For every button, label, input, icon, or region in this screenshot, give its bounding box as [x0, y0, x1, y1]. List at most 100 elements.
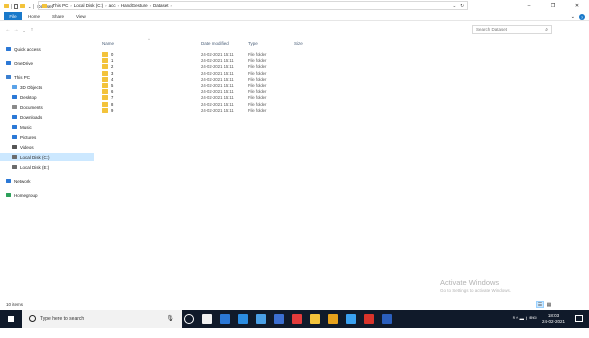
- file-row[interactable]: 5 24-02-2021 15:11 File folder: [100, 83, 350, 89]
- column-header-size[interactable]: Size: [294, 41, 303, 46]
- file-name: 2: [111, 64, 114, 70]
- sidebar-item[interactable]: Homegroup: [0, 191, 94, 199]
- chrome-icon[interactable]: [328, 314, 338, 324]
- expand-ribbon-button[interactable]: ⌄: [571, 14, 575, 20]
- recent-locations-button[interactable]: ⌄: [20, 28, 28, 33]
- file-row[interactable]: 3 24-02-2021 15:11 File folder: [100, 70, 350, 77]
- file-type: File folder: [248, 64, 267, 70]
- store-icon[interactable]: [202, 314, 212, 324]
- music-icon: [12, 125, 17, 129]
- refresh-icon[interactable]: ↻: [460, 3, 464, 9]
- column-headers: Name Date modified Type Size: [100, 41, 350, 49]
- file-date-modified: 24-02-2021 15:11: [201, 107, 234, 113]
- column-header-type[interactable]: Type: [248, 41, 258, 46]
- search-input[interactable]: Search Dataset ⌕: [472, 25, 552, 34]
- chevron-down-icon[interactable]: ⌄: [28, 4, 31, 9]
- breadcrumb-dataset[interactable]: Dataset: [153, 3, 169, 8]
- sidebar-item[interactable]: Downloads: [0, 113, 94, 121]
- chevron-right-icon[interactable]: ›: [118, 3, 119, 8]
- file-row[interactable]: 8 24-02-2021 15:11 File folder: [100, 101, 350, 108]
- document-app-icon[interactable]: [346, 314, 356, 324]
- minimize-button[interactable]: –: [517, 0, 541, 12]
- breadcrumb-acc[interactable]: acc: [109, 3, 116, 8]
- sidebar-item[interactable]: This PC: [0, 73, 94, 81]
- file-row[interactable]: 0 24-02-2021 15:11 File folder: [100, 52, 350, 58]
- file-row[interactable]: 7 24-02-2021 15:11 File folder: [100, 95, 350, 101]
- search-icon: [29, 315, 36, 322]
- close-button[interactable]: ✕: [565, 0, 589, 12]
- chevron-right-icon[interactable]: ›: [150, 3, 151, 8]
- task-view-icon[interactable]: [184, 314, 194, 324]
- paint-icon[interactable]: [364, 314, 374, 324]
- drive-icon: [12, 165, 17, 169]
- file-row[interactable]: 1 24-02-2021 15:11 File folder: [100, 58, 350, 64]
- start-button[interactable]: [0, 310, 22, 328]
- sidebar-item[interactable]: Local Disk (C:): [0, 153, 94, 161]
- edge-icon[interactable]: [238, 314, 248, 324]
- sidebar-item[interactable]: Documents: [0, 103, 94, 111]
- column-header-name[interactable]: Name: [102, 41, 114, 46]
- tray-icons[interactable]: ᴿ ^ ▬ ⌇ ⁽ᴱᴺᴳ⁾: [513, 316, 537, 322]
- photos-icon[interactable]: [274, 314, 284, 324]
- help-icon[interactable]: ?: [579, 14, 585, 20]
- folder-icon: [102, 64, 108, 70]
- sidebar-item[interactable]: OneDrive: [0, 59, 94, 67]
- video-icon: [12, 145, 17, 149]
- file-row[interactable]: 2 24-02-2021 15:11 File folder: [100, 64, 350, 70]
- chevron-right-icon[interactable]: ›: [70, 3, 71, 8]
- taskbar-search-placeholder: Type here to search: [40, 316, 85, 322]
- app-icon[interactable]: [256, 314, 266, 324]
- sidebar-item-label: Videos: [20, 144, 34, 150]
- breadcrumb-this-pc[interactable]: This PC: [52, 3, 68, 8]
- file-explorer-icon[interactable]: [310, 314, 320, 324]
- file-date-modified: 24-02-2021 15:11: [201, 101, 234, 107]
- details-view-button[interactable]: ☰: [536, 301, 544, 308]
- tab-view[interactable]: View: [70, 12, 92, 20]
- file-date-modified: 24-02-2021 15:11: [201, 95, 234, 101]
- sidebar-item[interactable]: Network: [0, 177, 94, 185]
- sidebar-item[interactable]: Quick access: [0, 45, 94, 53]
- tab-share[interactable]: Share: [46, 12, 70, 20]
- sidebar-item[interactable]: Pictures: [0, 133, 94, 141]
- column-header-date-modified[interactable]: Date modified: [201, 41, 229, 46]
- properties-icon[interactable]: [14, 3, 18, 9]
- up-button[interactable]: ↑: [28, 27, 36, 33]
- folder-icon: [102, 52, 108, 57]
- folder-icon: [102, 95, 108, 101]
- sidebar-item[interactable]: Desktop: [0, 93, 94, 101]
- sidebar-item[interactable]: Local Disk (E:): [0, 163, 94, 171]
- taskbar-search-box[interactable]: Type here to search 🎙: [22, 310, 182, 328]
- search-icon[interactable]: ⌕: [545, 27, 548, 33]
- file-row[interactable]: 6 24-02-2021 15:11 File folder: [100, 89, 350, 95]
- back-button[interactable]: ←: [4, 27, 12, 33]
- notifications-icon[interactable]: [575, 315, 583, 322]
- chevron-right-icon[interactable]: ›: [171, 3, 172, 8]
- forward-button[interactable]: →: [12, 27, 20, 33]
- red-app-icon[interactable]: [292, 314, 302, 324]
- chevron-right-icon[interactable]: ›: [105, 3, 106, 8]
- file-type: File folder: [248, 70, 267, 76]
- sidebar-item[interactable]: 3D Objects: [0, 83, 94, 91]
- clock[interactable]: 18:03 24-02-2021: [542, 313, 565, 325]
- breadcrumb-local-disk-c[interactable]: Local Disk (C:): [74, 3, 104, 8]
- breadcrumb-handgesture[interactable]: HandGesture: [121, 3, 148, 8]
- sidebar-item-label: Network: [14, 178, 31, 184]
- word-icon[interactable]: [382, 314, 392, 324]
- large-icons-view-button[interactable]: ▦: [545, 301, 553, 308]
- new-folder-icon[interactable]: [20, 4, 25, 8]
- sidebar-item[interactable]: Videos: [0, 143, 94, 151]
- microphone-icon[interactable]: 🎙: [166, 315, 174, 322]
- file-row[interactable]: 4 24-02-2021 15:11 File folder: [100, 76, 350, 83]
- address-dropdown-button[interactable]: ⌄: [452, 3, 456, 9]
- maximize-button[interactable]: ❐: [541, 0, 565, 12]
- file-date-modified: 24-02-2021 15:11: [201, 52, 234, 57]
- mail-icon[interactable]: [220, 314, 230, 324]
- file-row[interactable]: 9 24-02-2021 15:11 File folder: [100, 107, 350, 114]
- tab-home[interactable]: Home: [22, 12, 46, 20]
- file-date-modified: 24-02-2021 15:11: [201, 89, 234, 95]
- tab-file[interactable]: File: [4, 12, 22, 20]
- pictures-icon: [12, 135, 17, 139]
- file-name: 4: [111, 76, 114, 82]
- sidebar-item[interactable]: Music: [0, 123, 94, 131]
- address-bar[interactable]: › This PC › Local Disk (C:) › acc › Hand…: [38, 1, 468, 10]
